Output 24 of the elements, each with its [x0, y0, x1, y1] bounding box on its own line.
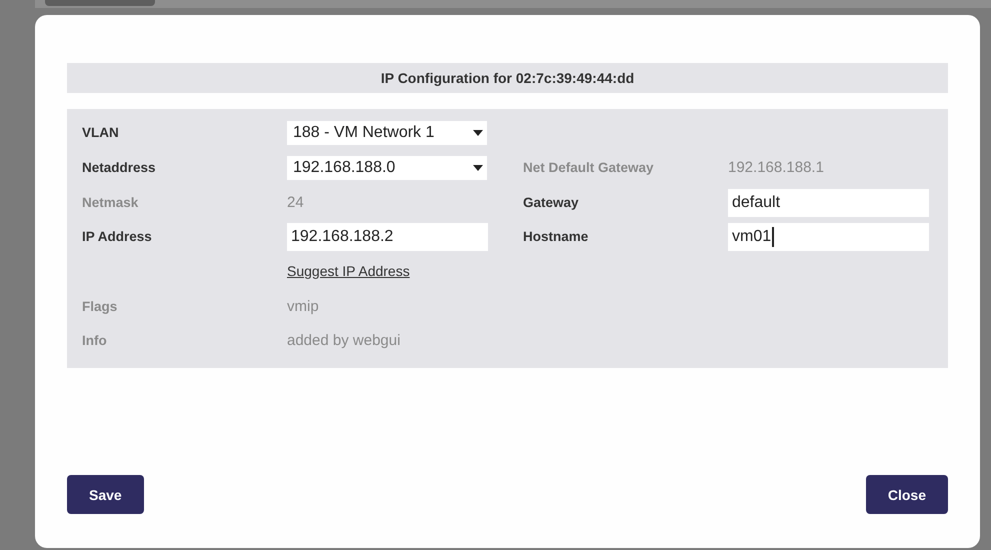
field-label: Netaddress: [82, 160, 156, 176]
dropdown[interactable]: 188 - VM Network 1: [287, 121, 487, 146]
close-button[interactable]: Close: [866, 475, 948, 514]
field-label: Netmask: [82, 194, 138, 210]
suggest-link[interactable]: Suggest IP Address: [287, 263, 410, 280]
field-label: IP Address: [82, 229, 152, 244]
caret-icon: [473, 130, 483, 136]
field-label: VLAN: [82, 125, 119, 140]
field-label: Hostname: [523, 229, 588, 244]
field-label: Net Default Gateway: [523, 160, 654, 176]
dropdown[interactable]: 192.168.188.0: [287, 156, 487, 180]
caret-icon: [473, 165, 483, 172]
dialog-title: IP Configuration for 02:7c:39:49:44:dd: [380, 70, 634, 86]
input-field[interactable]: vm01: [728, 223, 929, 252]
input-field[interactable]: 192.168.188.2: [287, 223, 488, 252]
field-label: Gateway: [523, 194, 579, 210]
field-label: Info: [82, 333, 107, 348]
field-value: 192.168.188.1: [728, 159, 824, 176]
save-button[interactable]: Save: [67, 475, 144, 514]
field-label: Flags: [82, 298, 118, 314]
field-value: 24: [287, 194, 304, 211]
field-value: added by webgui: [287, 332, 400, 350]
field-value: vmip: [287, 298, 319, 315]
input-field[interactable]: default: [728, 188, 929, 217]
